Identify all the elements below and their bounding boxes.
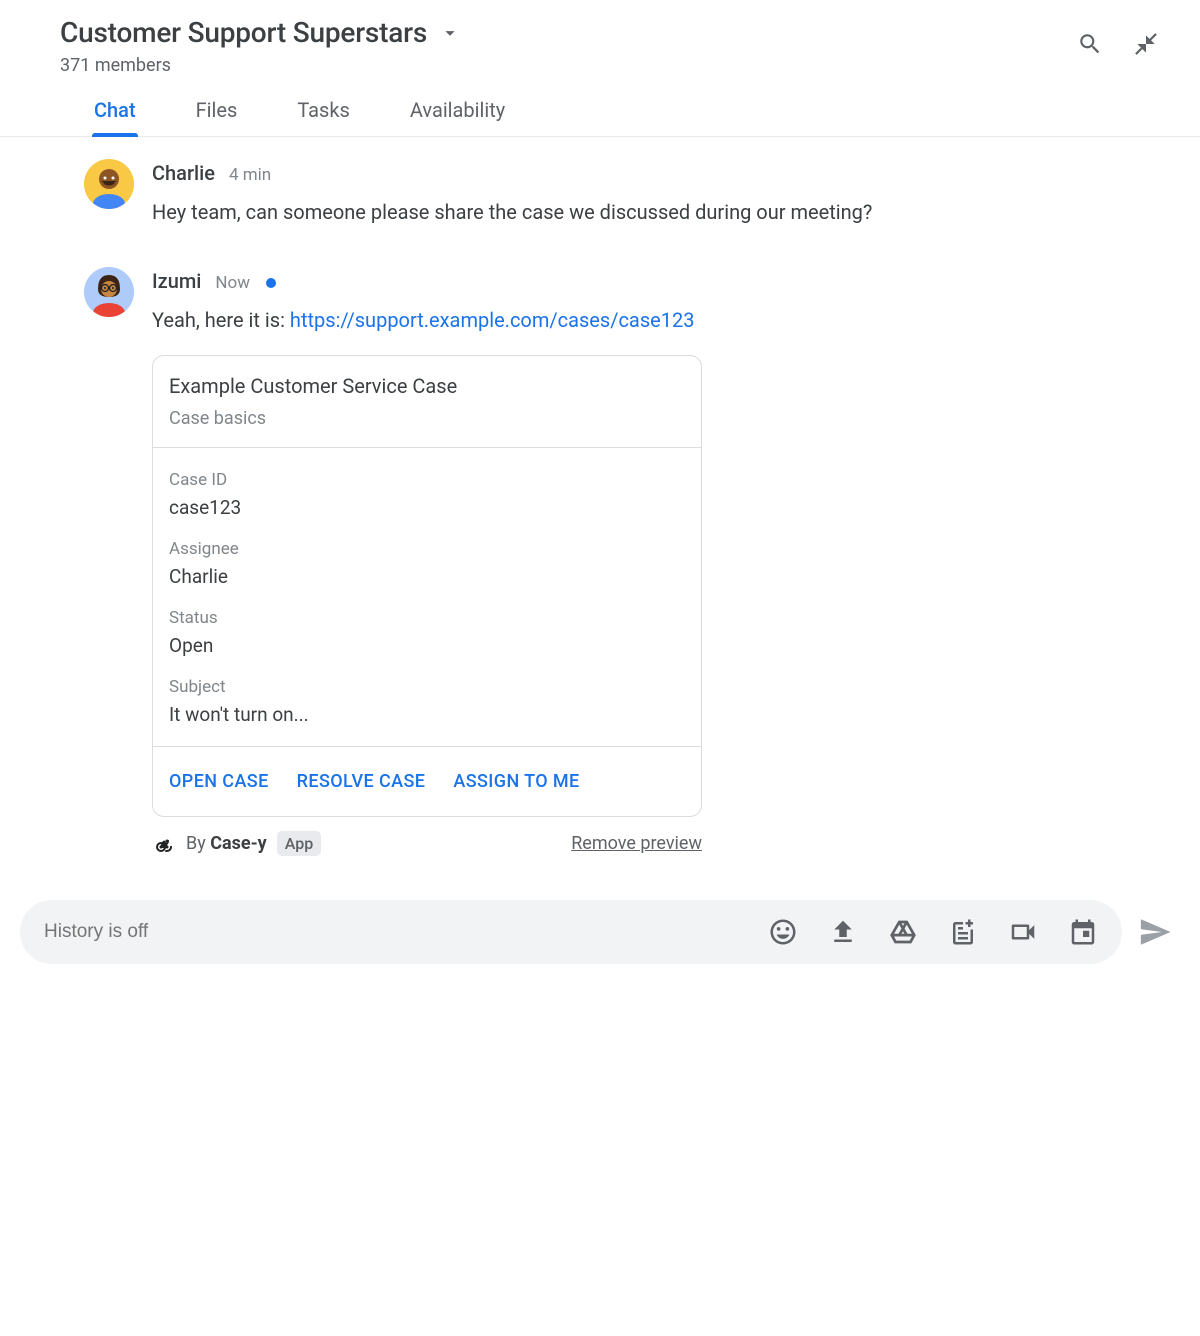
field-value: Charlie <box>169 565 685 588</box>
message-text: Yeah, here it is: https://support.exampl… <box>152 303 1140 337</box>
app-badge: App <box>277 831 321 856</box>
open-case-button[interactable]: OPEN CASE <box>169 771 269 792</box>
message-time: 4 min <box>229 165 271 185</box>
app-name: Case-y <box>210 833 267 854</box>
field-value: It won't turn on... <box>169 703 685 726</box>
field-label: Assignee <box>169 539 685 559</box>
assign-to-me-button[interactable]: ASSIGN TO ME <box>453 771 579 792</box>
message: Charlie 4 min Hey team, can someone plea… <box>84 145 1140 229</box>
message-time: Now <box>215 273 250 293</box>
field-label: Subject <box>169 677 685 697</box>
resolve-case-button[interactable]: RESOLVE CASE <box>297 771 426 792</box>
emoji-icon[interactable] <box>768 917 798 947</box>
composer <box>20 900 1122 964</box>
collapse-icon[interactable] <box>1132 30 1160 58</box>
message: Izumi Now Yeah, here it is: https://supp… <box>84 253 1140 856</box>
message-author: Charlie <box>152 161 215 185</box>
member-count: 371 members <box>60 55 1076 76</box>
message-author: Izumi <box>152 269 201 293</box>
drive-icon[interactable] <box>888 917 918 947</box>
video-icon[interactable] <box>1008 917 1038 947</box>
status-dot-icon <box>266 278 276 288</box>
field-label: Status <box>169 608 685 628</box>
message-link[interactable]: https://support.example.com/cases/case12… <box>290 308 695 332</box>
tabs: Chat Files Tasks Availability <box>0 76 1200 137</box>
create-doc-icon[interactable] <box>948 917 978 947</box>
by-label: By <box>186 833 206 854</box>
message-input[interactable] <box>44 921 768 943</box>
avatar[interactable] <box>84 267 134 317</box>
tab-chat[interactable]: Chat <box>94 98 136 136</box>
field-value: Open <box>169 634 685 657</box>
calendar-icon[interactable] <box>1068 917 1098 947</box>
upload-icon[interactable] <box>828 917 858 947</box>
search-icon[interactable] <box>1076 30 1104 58</box>
card-subtitle: Case basics <box>169 408 685 429</box>
card-title: Example Customer Service Case <box>169 374 685 398</box>
chevron-down-icon[interactable] <box>439 22 461 44</box>
avatar[interactable] <box>84 159 134 209</box>
space-title: Customer Support Superstars <box>60 16 427 49</box>
field-label: Case ID <box>169 470 685 490</box>
tab-files[interactable]: Files <box>196 98 238 136</box>
message-text-prefix: Yeah, here it is: <box>152 308 290 332</box>
preview-card: Example Customer Service Case Case basic… <box>152 355 702 817</box>
send-button[interactable] <box>1138 915 1172 949</box>
remove-preview-link[interactable]: Remove preview <box>571 833 702 854</box>
tab-tasks[interactable]: Tasks <box>297 98 350 136</box>
webhook-icon <box>152 832 176 856</box>
tab-availability[interactable]: Availability <box>410 98 505 136</box>
message-text: Hey team, can someone please share the c… <box>152 195 1140 229</box>
field-value: case123 <box>169 496 685 519</box>
